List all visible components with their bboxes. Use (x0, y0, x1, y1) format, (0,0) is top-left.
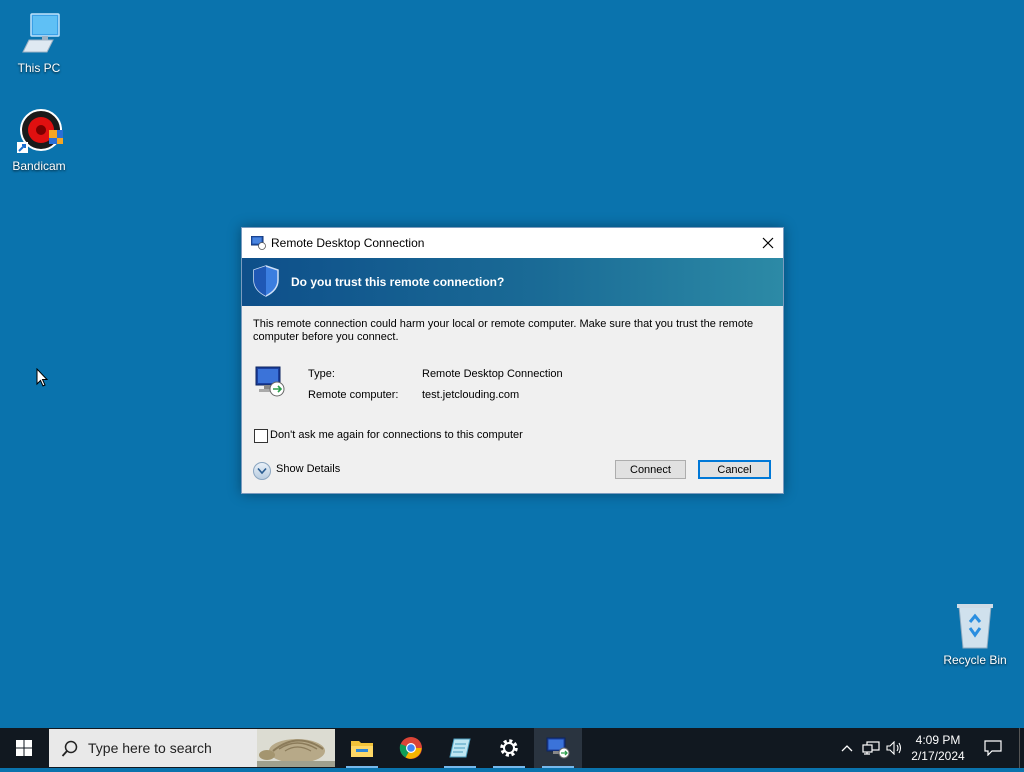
desktop-icon-label: This PC (17, 61, 61, 75)
taskbar-notepad[interactable] (436, 728, 484, 768)
desktop-icon-label: Recycle Bin (943, 653, 1007, 667)
settings-icon (500, 739, 518, 757)
search-placeholder: Type here to search (88, 740, 212, 756)
tray-overflow-button[interactable] (838, 728, 856, 768)
desktop-icon-recycle-bin[interactable]: Recycle Bin (940, 602, 1010, 667)
dont-ask-label[interactable]: Don't ask me again for connections to th… (270, 429, 523, 441)
close-button[interactable] (753, 228, 783, 258)
computer-icon (15, 10, 63, 58)
desktop-icon-bandicam[interactable]: Bandicam (4, 108, 74, 173)
show-details-button[interactable] (253, 462, 271, 480)
desktop-icon-label: Bandicam (12, 159, 66, 173)
chevron-up-icon (841, 745, 853, 752)
search-box[interactable]: Type here to search (49, 729, 335, 767)
windows-logo-icon (16, 740, 32, 756)
desktop-icon-this-pc[interactable]: This PC (4, 10, 74, 75)
search-icon (61, 740, 79, 758)
taskbar-settings[interactable] (485, 728, 533, 768)
action-center-button[interactable] (978, 728, 1008, 768)
chevron-down-icon (257, 467, 267, 475)
remote-desktop-icon (254, 365, 286, 399)
file-explorer-icon (351, 741, 373, 757)
taskbar: Type here to search 4:09 PM 2/17/2024 (0, 728, 1024, 768)
taskbar-chrome[interactable] (387, 728, 435, 768)
warning-text: This remote connection could harm your l… (253, 318, 754, 343)
system-clock[interactable]: 4:09 PM 2/17/2024 (905, 732, 971, 764)
clock-date: 2/17/2024 (911, 749, 965, 763)
speaker-icon (886, 741, 902, 755)
type-label: Type: (308, 368, 335, 380)
chrome-icon (399, 737, 422, 759)
network-button[interactable] (860, 728, 882, 768)
dialog-title: Remote Desktop Connection (271, 236, 425, 250)
show-details-label[interactable]: Show Details (276, 463, 340, 475)
dialog-question: Do you trust this remote connection? (291, 275, 505, 289)
close-icon (762, 237, 774, 249)
volume-button[interactable] (884, 728, 906, 768)
recycle-bin-icon (951, 602, 999, 650)
clock-time: 4:09 PM (915, 733, 961, 747)
search-highlight-image (257, 729, 335, 767)
remote-computer-label: Remote computer: (308, 389, 399, 401)
start-button[interactable] (0, 728, 48, 768)
mouse-cursor-icon (36, 367, 50, 388)
network-icon (862, 741, 880, 755)
cancel-button[interactable]: Cancel (698, 460, 771, 479)
connect-button[interactable]: Connect (615, 460, 686, 479)
type-value: Remote Desktop Connection (422, 368, 563, 380)
shield-icon (253, 265, 279, 297)
notepad-icon (449, 738, 471, 758)
taskbar-remote-desktop[interactable] (534, 728, 582, 768)
bandicam-icon (15, 108, 63, 156)
rdp-trust-dialog: Remote Desktop Connection Do you trust t… (241, 227, 784, 494)
taskbar-file-explorer[interactable] (338, 728, 386, 768)
dialog-titlebar[interactable]: Remote Desktop Connection (242, 228, 783, 258)
dont-ask-checkbox[interactable] (254, 429, 268, 443)
notification-icon (984, 740, 1002, 756)
remote-computer-value: test.jetclouding.com (422, 389, 520, 401)
remote-desktop-icon (250, 235, 266, 250)
dialog-banner: Do you trust this remote connection? (242, 258, 783, 306)
show-desktop-button[interactable] (1019, 728, 1024, 768)
remote-desktop-icon (546, 737, 570, 759)
